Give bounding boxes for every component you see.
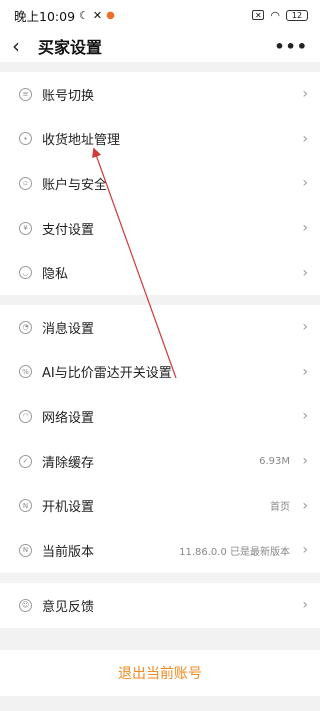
row-clear-cache[interactable]: ✓ 清除缓存 6.93M › <box>0 439 320 484</box>
feedback-icon: ☺ <box>19 598 32 612</box>
switch-account-icon: ≡ <box>19 87 32 101</box>
row-label: 账户与安全 <box>42 177 108 193</box>
row-address-management[interactable]: • 收货地址管理 › <box>0 117 320 162</box>
row-feedback[interactable]: ☺ 意见反馈 › <box>0 583 320 628</box>
row-label: 收货地址管理 <box>42 133 121 149</box>
back-icon[interactable]: ‹ <box>12 36 32 56</box>
row-label: 意见反馈 <box>42 599 95 615</box>
chevron-right-icon: › <box>302 542 308 559</box>
chevron-right-icon: › <box>302 597 308 614</box>
moon-icon: ☾ <box>79 8 89 22</box>
nav-bar: ‹ 买家设置 ••• <box>0 30 320 62</box>
status-bar: 晚上10:09 ☾ ✕ ● ✕ ◠ 12 <box>0 0 320 30</box>
row-label: 账号切换 <box>42 88 95 104</box>
row-label: 支付设置 <box>42 222 95 238</box>
chevron-right-icon: › <box>302 175 308 192</box>
row-current-version[interactable]: N 当前版本 11.86.0.0 已是最新版本 › <box>0 528 320 573</box>
chevron-right-icon: › <box>302 408 308 425</box>
cache-size-value: 6.93M <box>259 455 290 467</box>
chevron-right-icon: › <box>302 264 308 281</box>
row-payment-settings[interactable]: ¥ 支付设置 › <box>0 206 320 251</box>
row-label: 网络设置 <box>42 410 95 426</box>
settings-group-account: ≡ 账号切换 › • 收货地址管理 › ▫ 账户与安全 › ¥ 支付设置 › ◡… <box>0 72 320 295</box>
row-ai-radar-settings[interactable]: % AI与比价雷达开关设置 › <box>0 350 320 395</box>
app-notification-icon: ● <box>106 9 115 21</box>
chevron-right-icon: › <box>302 220 308 237</box>
location-icon: • <box>19 132 32 146</box>
startup-value: 首页 <box>270 502 290 514</box>
row-label: 隐私 <box>42 267 69 283</box>
payment-icon: ¥ <box>19 221 32 235</box>
chevron-right-icon: › <box>302 130 308 147</box>
privacy-eye-icon: ◡ <box>19 266 32 280</box>
row-label: 开机设置 <box>42 500 95 516</box>
row-message-settings[interactable]: ◔ 消息设置 › <box>0 305 320 350</box>
chevron-right-icon: › <box>302 363 308 380</box>
bell-icon: ◔ <box>19 320 32 334</box>
row-label: 当前版本 <box>42 544 95 560</box>
chevron-right-icon: › <box>302 319 308 336</box>
settings-group-feedback: ☺ 意见反馈 › <box>0 583 320 628</box>
row-startup-settings[interactable]: N 开机设置 首页 › <box>0 483 320 528</box>
row-label: AI与比价雷达开关设置 <box>42 366 172 382</box>
chevron-right-icon: › <box>302 497 308 514</box>
row-network-settings[interactable]: ◠ 网络设置 › <box>0 394 320 439</box>
logout-button[interactable]: 退出当前账号 <box>0 650 320 696</box>
sim-off-icon: ✕ <box>252 10 265 20</box>
wifi-icon: ◠ <box>19 409 32 423</box>
row-account-switch[interactable]: ≡ 账号切换 › <box>0 72 320 117</box>
row-account-security[interactable]: ▫ 账户与安全 › <box>0 161 320 206</box>
version-value: 11.86.0.0 已是最新版本 <box>179 546 290 558</box>
more-options-icon[interactable]: ••• <box>274 37 308 56</box>
logout-label: 退出当前账号 <box>118 666 202 682</box>
version-icon: N <box>19 543 32 557</box>
wifi-icon: ◠ <box>270 8 280 22</box>
page-title: 买家设置 <box>38 38 103 57</box>
mute-icon: ✕ <box>92 8 103 22</box>
radar-icon: % <box>19 365 32 379</box>
lock-icon: ▫ <box>19 176 32 190</box>
settings-group-general: ◔ 消息设置 › % AI与比价雷达开关设置 › ◠ 网络设置 › ✓ 清除缓存… <box>0 305 320 573</box>
startup-icon: N <box>19 499 32 513</box>
battery-level: 12 <box>291 10 303 20</box>
row-label: 消息设置 <box>42 321 95 337</box>
row-privacy[interactable]: ◡ 隐私 › <box>0 250 320 295</box>
clear-cache-icon: ✓ <box>19 454 32 468</box>
status-time: 晚上10:09 <box>14 8 76 24</box>
battery-icon: 12 <box>286 9 308 21</box>
chevron-right-icon: › <box>302 86 308 103</box>
chevron-right-icon: › <box>302 453 308 470</box>
row-label: 清除缓存 <box>42 455 95 471</box>
